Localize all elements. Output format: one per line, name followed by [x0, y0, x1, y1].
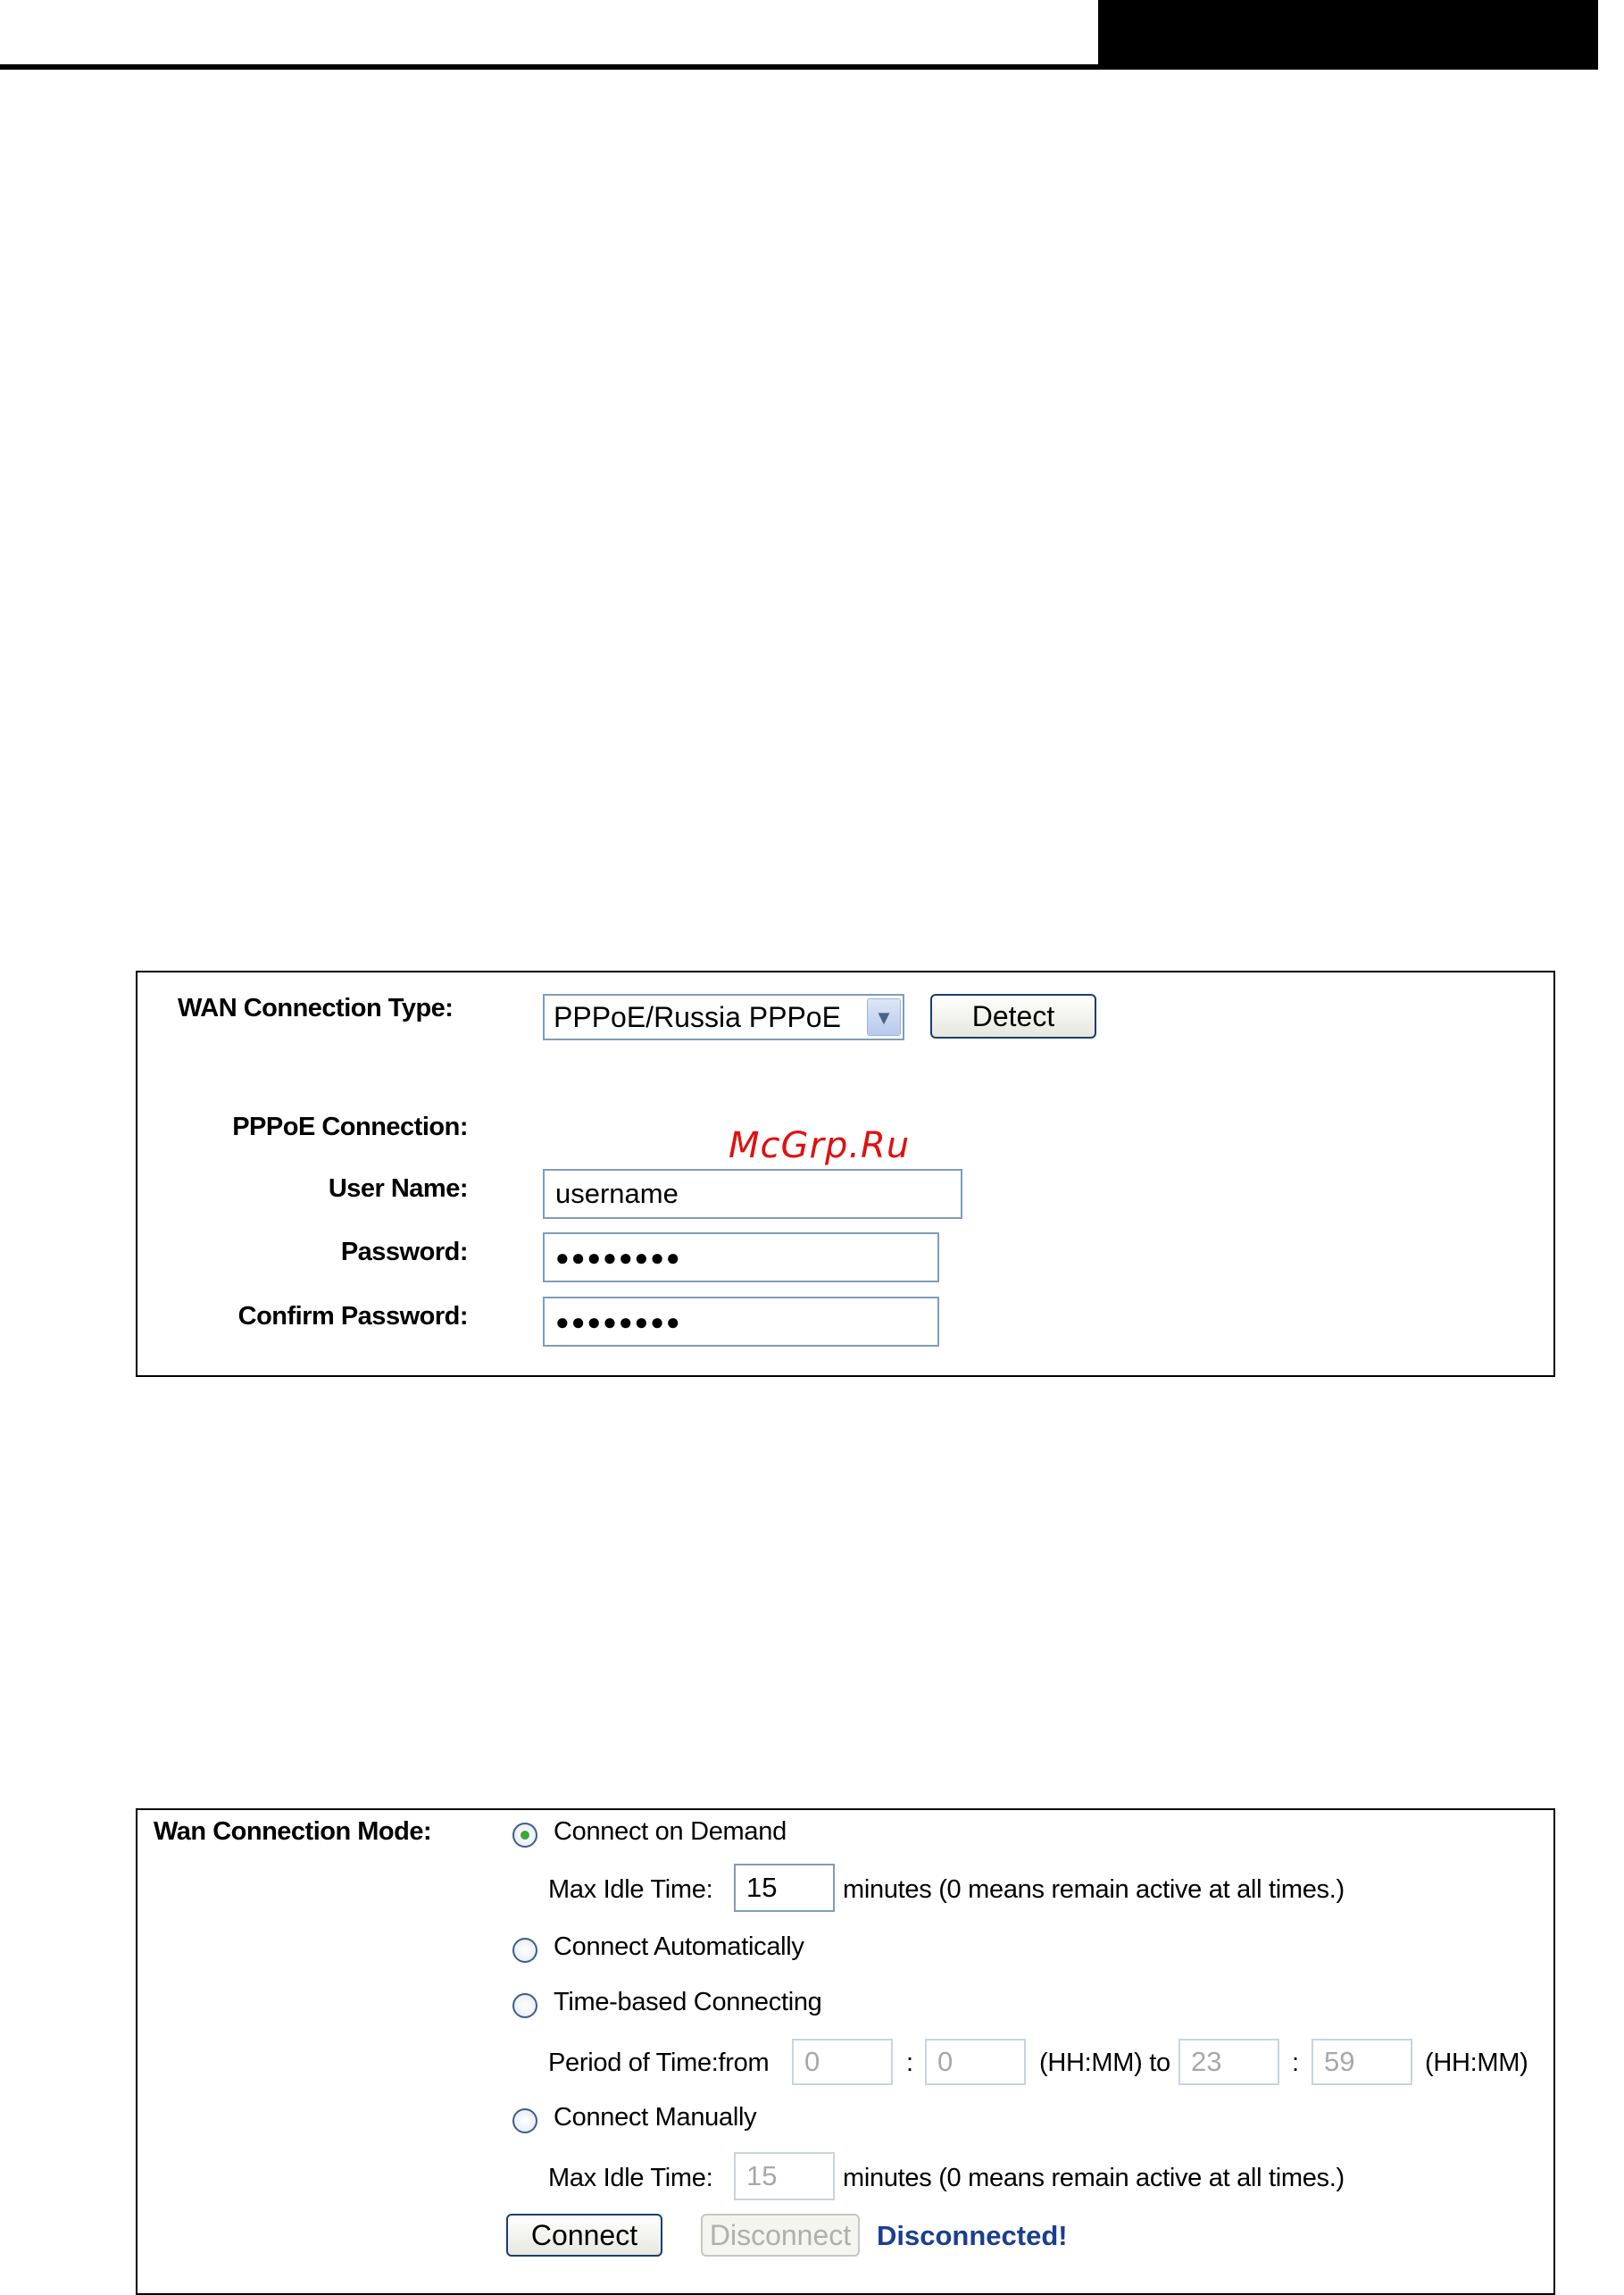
time-colon: : — [1292, 2049, 1299, 2077]
connect-on-demand-label: Connect on Demand — [554, 1817, 787, 1846]
manual-max-idle-time-label: Max Idle Time: — [548, 2164, 713, 2192]
confirm-password-label: Confirm Password: — [237, 1302, 469, 1331]
wan-connection-type-label: WAN Connection Type: — [178, 994, 454, 1022]
max-idle-time-hint: minutes (0 means remain active at all ti… — [843, 1875, 1345, 1904]
connect-manually-label: Connect Manually — [554, 2103, 757, 2132]
hhmm-to-label: (HH:MM) to — [1039, 2049, 1170, 2077]
disconnect-button[interactable]: Disconnect — [701, 2214, 860, 2257]
chevron-down-icon[interactable]: ▼ — [867, 998, 901, 1036]
to-hour-input[interactable]: 23 — [1178, 2039, 1279, 2085]
hhmm-end-label: (HH:MM) — [1425, 2049, 1528, 2077]
wan-connection-type-select[interactable]: PPPoE/Russia PPPoE ▼ — [543, 994, 904, 1040]
connect-automatically-label: Connect Automatically — [554, 1932, 804, 1961]
password-label: Password: — [340, 1238, 469, 1266]
watermark: McGrp.Ru — [729, 1125, 911, 1166]
manual-max-idle-time-input[interactable]: 15 — [734, 2152, 835, 2200]
connect-on-demand-radio[interactable] — [512, 1823, 537, 1848]
to-minute-input[interactable]: 59 — [1312, 2039, 1412, 2085]
wan-type-panel: WAN Connection Type: PPPoE/Russia PPPoE … — [136, 971, 1555, 1377]
manual-max-idle-time-hint: minutes (0 means remain active at all ti… — [843, 2164, 1345, 2192]
connection-status: Disconnected! — [877, 2220, 1068, 2251]
wan-mode-panel: Wan Connection Mode: Connect on Demand M… — [136, 1808, 1555, 2295]
connect-automatically-radio[interactable] — [512, 1938, 537, 1963]
header-block — [1098, 0, 1598, 70]
max-idle-time-label: Max Idle Time: — [548, 1875, 713, 1904]
max-idle-time-input[interactable]: 15 — [734, 1864, 835, 1912]
period-of-time-label: Period of Time:from — [548, 2049, 770, 2077]
connect-button[interactable]: Connect — [506, 2214, 662, 2257]
detect-button[interactable]: Detect — [930, 994, 1096, 1039]
header-rule — [0, 64, 1098, 70]
from-hour-input[interactable]: 0 — [792, 2039, 893, 2085]
wan-connection-type-value: PPPoE/Russia PPPoE — [554, 1001, 841, 1033]
time-based-connecting-label: Time-based Connecting — [554, 1988, 822, 2016]
confirm-password-input[interactable]: ●●●●●●●● — [543, 1297, 939, 1347]
user-name-label: User Name: — [328, 1174, 469, 1203]
time-colon: : — [906, 2049, 913, 2077]
user-name-input[interactable]: username — [543, 1169, 962, 1219]
pppoe-connection-label: PPPoE Connection: — [232, 1113, 468, 1141]
from-minute-input[interactable]: 0 — [925, 2039, 1026, 2085]
connect-manually-radio[interactable] — [512, 2108, 537, 2133]
time-based-connecting-radio[interactable] — [512, 1993, 537, 2018]
password-input[interactable]: ●●●●●●●● — [543, 1232, 939, 1282]
wan-connection-mode-label: Wan Connection Mode: — [154, 1817, 432, 1846]
